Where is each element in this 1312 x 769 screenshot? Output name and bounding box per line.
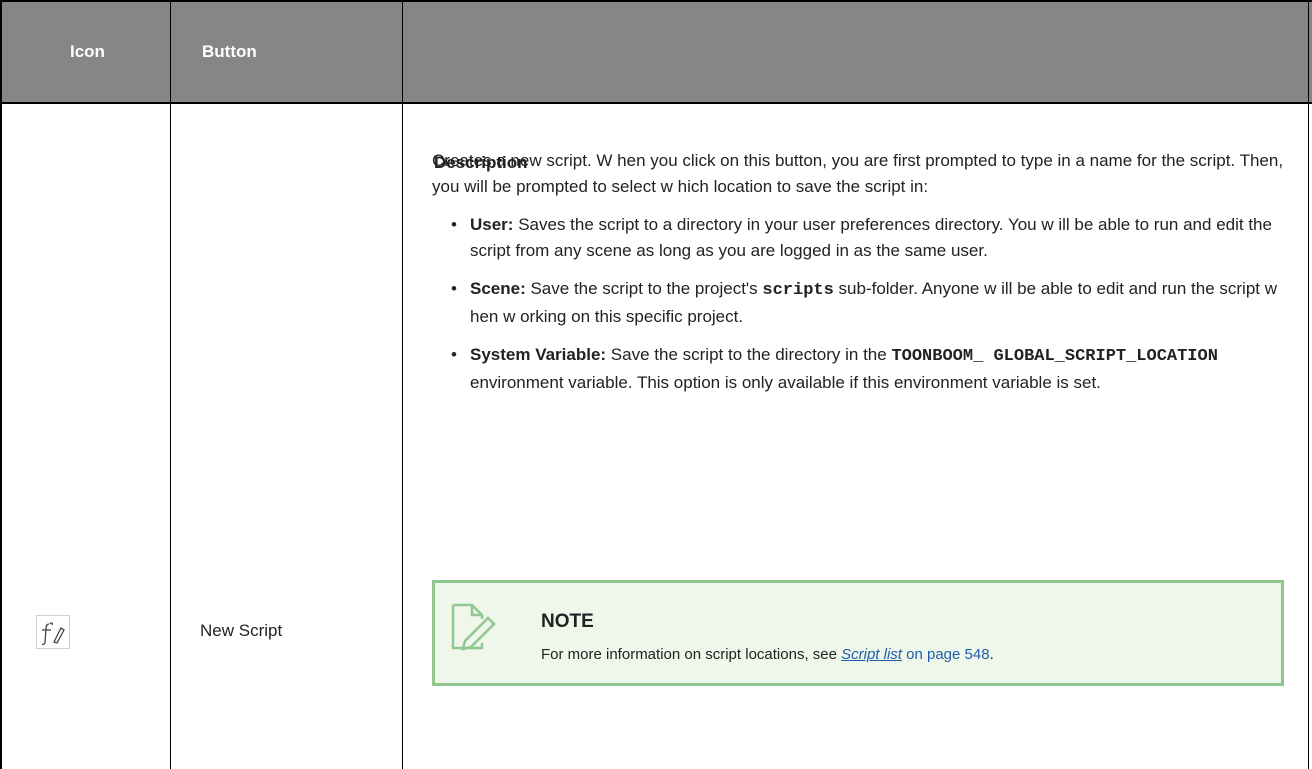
code-text: scripts bbox=[762, 281, 834, 300]
code-text: TOONBOOM_ GLOBAL_SCRIPT_LOCATION bbox=[891, 347, 1218, 366]
note-pencil-icon bbox=[451, 603, 496, 651]
description-intro: Creates a new script. W hen you click on… bbox=[432, 151, 1284, 196]
item-label: System Variable: bbox=[470, 345, 607, 364]
item-text: Saves the script to a directory in your … bbox=[470, 215, 1272, 260]
item-label: User: bbox=[470, 215, 514, 234]
note-title: NOTE bbox=[541, 611, 594, 632]
header-icon: Icon bbox=[70, 42, 105, 61]
note-box: NOTE For more information on script loca… bbox=[432, 580, 1284, 686]
button-name: New Script bbox=[200, 621, 283, 640]
function-script-icon bbox=[36, 615, 70, 649]
description-cell: Creates a new script. W hen you click on… bbox=[432, 148, 1292, 408]
header-button: Button bbox=[202, 42, 257, 61]
script-list-link[interactable]: Script list bbox=[841, 646, 902, 663]
location-list: User: Saves the script to a directory in… bbox=[432, 212, 1292, 396]
list-item: Scene: Save the script to the project's … bbox=[432, 276, 1292, 330]
item-text: environment variable. This option is onl… bbox=[470, 373, 1101, 392]
table-header: Icon Button Description bbox=[2, 2, 1312, 172]
note-text: For more information on script locations… bbox=[541, 646, 994, 663]
page-reference: on page 548 bbox=[901, 646, 990, 663]
item-text: Save the script to the directory in the bbox=[606, 345, 892, 364]
column-divider bbox=[402, 0, 403, 769]
column-divider bbox=[170, 0, 171, 769]
list-item: User: Saves the script to a directory in… bbox=[432, 212, 1292, 264]
item-text: Save the script to the project's bbox=[525, 279, 763, 298]
table-right-border bbox=[1308, 0, 1309, 769]
item-label: Scene: bbox=[470, 279, 526, 298]
list-item: System Variable: Save the script to the … bbox=[432, 342, 1292, 396]
